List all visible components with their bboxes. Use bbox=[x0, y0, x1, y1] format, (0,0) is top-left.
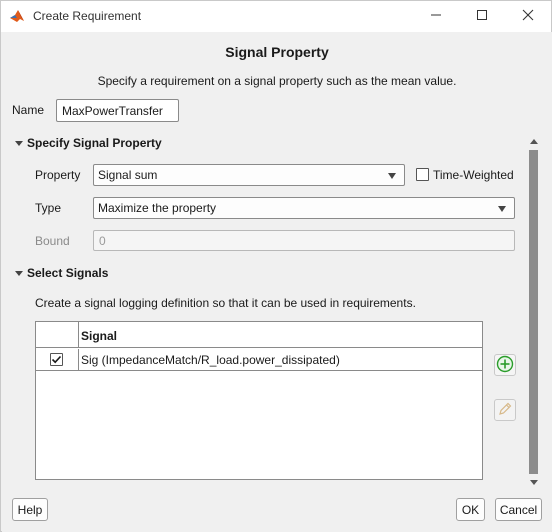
vertical-scrollbar[interactable] bbox=[527, 137, 540, 489]
matlab-logo-icon bbox=[9, 8, 25, 24]
column-divider bbox=[78, 322, 79, 348]
chevron-down-icon bbox=[388, 173, 396, 179]
scroll-up-arrow-icon[interactable] bbox=[530, 139, 538, 144]
section-title-specify: Specify Signal Property bbox=[27, 136, 162, 150]
close-icon bbox=[522, 9, 534, 24]
property-selected-value: Signal sum bbox=[98, 168, 158, 182]
column-header-signal[interactable]: Signal bbox=[81, 329, 117, 343]
ok-button[interactable]: OK bbox=[456, 498, 485, 521]
edit-signal-button[interactable] bbox=[494, 399, 516, 421]
add-icon bbox=[496, 355, 514, 376]
maximize-icon bbox=[476, 9, 488, 24]
collapse-triangle-icon bbox=[15, 271, 23, 277]
page-title: Signal Property bbox=[225, 44, 329, 60]
name-field[interactable]: MaxPowerTransfer bbox=[56, 99, 179, 122]
cancel-button[interactable]: Cancel bbox=[495, 498, 542, 521]
pencil-icon bbox=[497, 401, 513, 420]
dialog-description: Specify a requirement on a signal proper… bbox=[97, 74, 457, 88]
help-button[interactable]: Help bbox=[12, 498, 48, 521]
table-row[interactable]: Sig (ImpedanceMatch/R_load.power_dissipa… bbox=[36, 349, 482, 371]
time-weighted-checkbox[interactable] bbox=[416, 168, 429, 181]
chevron-down-icon bbox=[498, 206, 506, 212]
specify-signal-property-header[interactable]: Specify Signal Property bbox=[15, 136, 162, 150]
checkmark-icon bbox=[51, 355, 62, 364]
signals-description: Create a signal logging definition so th… bbox=[35, 296, 416, 310]
property-dropdown[interactable]: Signal sum bbox=[93, 164, 405, 186]
create-requirement-window: Create Requirement Signal Property Speci… bbox=[0, 0, 552, 532]
name-label: Name bbox=[12, 103, 45, 117]
row-select-checkbox[interactable] bbox=[50, 353, 63, 366]
scrollbar-thumb[interactable] bbox=[529, 150, 538, 474]
window-title: Create Requirement bbox=[33, 9, 142, 23]
signal-cell: Sig (ImpedanceMatch/R_load.power_dissipa… bbox=[81, 353, 340, 367]
type-dropdown[interactable]: Maximize the property bbox=[93, 197, 515, 219]
dialog-content: Signal Property Specify a requirement on… bbox=[2, 32, 552, 532]
section-title-signals: Select Signals bbox=[27, 266, 109, 280]
time-weighted-label: Time-Weighted bbox=[433, 168, 514, 182]
close-button[interactable] bbox=[505, 1, 551, 32]
table-header-row: Signal bbox=[36, 322, 482, 348]
bound-field: 0 bbox=[93, 230, 515, 251]
scroll-down-arrow-icon[interactable] bbox=[530, 480, 538, 485]
signals-table: Signal Sig (ImpedanceMatch/R_load.power_… bbox=[35, 321, 483, 480]
title-bar: Create Requirement bbox=[1, 1, 551, 32]
minimize-icon bbox=[430, 9, 442, 24]
property-label: Property bbox=[35, 168, 81, 182]
minimize-button[interactable] bbox=[413, 1, 459, 32]
maximize-button[interactable] bbox=[459, 1, 505, 32]
column-divider bbox=[78, 349, 79, 371]
add-signal-button[interactable] bbox=[494, 354, 516, 376]
select-signals-header[interactable]: Select Signals bbox=[15, 266, 108, 280]
type-label: Type bbox=[35, 201, 62, 215]
bound-label: Bound bbox=[35, 234, 70, 248]
type-selected-value: Maximize the property bbox=[98, 201, 217, 215]
collapse-triangle-icon bbox=[15, 141, 23, 147]
